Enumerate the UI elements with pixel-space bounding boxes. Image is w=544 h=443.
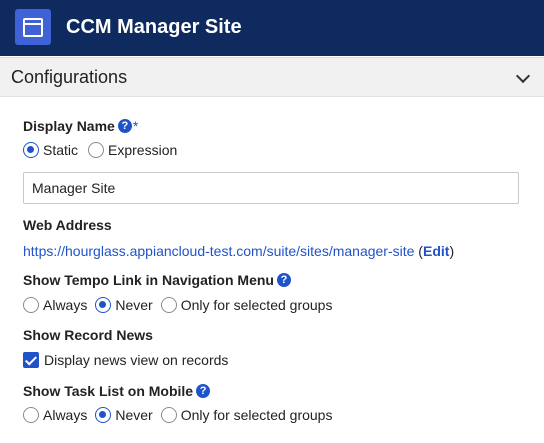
radio-never[interactable]: Never (95, 407, 153, 423)
record-news-checkbox-row[interactable]: Display news view on records (23, 352, 228, 368)
required-marker: * (132, 118, 139, 134)
record-news-label: Show Record News (23, 327, 153, 343)
edit-link[interactable]: Edit (423, 243, 449, 259)
task-list-options: Always Never Only for selected groups (23, 407, 340, 423)
radio-selected-groups[interactable]: Only for selected groups (160, 297, 332, 313)
radio-never[interactable]: Never (95, 297, 153, 313)
chevron-down-icon[interactable] (515, 68, 531, 84)
tempo-link-options: Always Never Only for selected groups (23, 297, 340, 313)
radio-always[interactable]: Always (23, 407, 87, 423)
configurations-section-header[interactable]: Configurations (0, 57, 544, 97)
display-name-input[interactable] (23, 172, 519, 204)
radio-always[interactable]: Always (23, 297, 87, 313)
page-title: CCM Manager Site (66, 16, 242, 38)
radio-button[interactable] (88, 142, 105, 158)
radio-expression[interactable]: Expression (88, 142, 177, 158)
display-name-mode: Static Expression (23, 142, 185, 158)
radio-button-selected[interactable] (95, 407, 112, 423)
radio-button[interactable] (160, 407, 177, 423)
section-title: Configurations (11, 67, 128, 87)
site-header: CCM Manager Site (0, 0, 544, 56)
tempo-link-label: Show Tempo Link in Navigation Menu ? (23, 272, 291, 288)
checkbox-checked[interactable] (23, 352, 39, 368)
window-icon (15, 9, 51, 45)
site-url-link[interactable]: https://hourglass.appiancloud-test.com/s… (23, 243, 414, 259)
radio-button[interactable] (23, 297, 39, 313)
radio-button-selected[interactable] (23, 142, 39, 158)
help-icon[interactable]: ? (117, 119, 132, 133)
radio-button[interactable] (23, 407, 39, 423)
help-icon[interactable]: ? (196, 384, 211, 398)
task-list-label: Show Task List on Mobile ? (23, 383, 211, 399)
display-name-label: Display Name ? * (23, 118, 139, 134)
help-icon[interactable]: ? (276, 273, 291, 287)
radio-static[interactable]: Static (23, 142, 78, 158)
radio-button-selected[interactable] (95, 297, 112, 313)
web-address-value: https://hourglass.appiancloud-test.com/s… (23, 243, 455, 259)
web-address-label: Web Address (23, 217, 112, 233)
radio-button[interactable] (160, 297, 177, 313)
radio-selected-groups[interactable]: Only for selected groups (160, 407, 332, 423)
